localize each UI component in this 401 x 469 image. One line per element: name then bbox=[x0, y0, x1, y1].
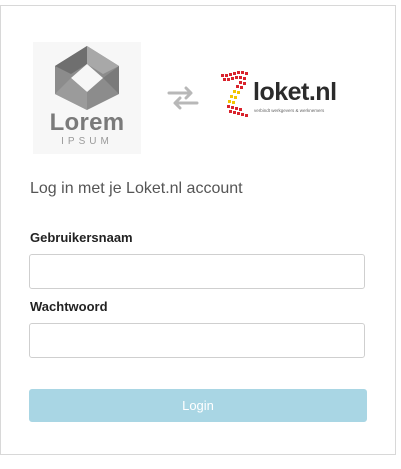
username-label: Gebruikersnaam bbox=[30, 230, 133, 245]
password-label: Wachtwoord bbox=[30, 299, 108, 314]
client-logo-mark-icon bbox=[55, 46, 119, 110]
loket-logo-tagline: verbindt werkgevers & werknemers bbox=[254, 108, 325, 113]
logo-row: Lorem IPSUM loket.nl verbindt werkgevers… bbox=[33, 42, 373, 158]
swap-arrows-icon bbox=[167, 86, 199, 114]
client-logo-subtitle: IPSUM bbox=[61, 136, 113, 147]
login-button[interactable]: Login bbox=[29, 389, 367, 422]
login-card: Lorem IPSUM loket.nl verbindt werkgevers… bbox=[0, 5, 396, 455]
client-logo-name: Lorem bbox=[49, 109, 125, 136]
login-heading: Log in met je Loket.nl account bbox=[30, 180, 243, 197]
loket-logo-name: loket.nl bbox=[253, 78, 337, 106]
loket-logo: loket.nl verbindt werkgevers & werknemer… bbox=[219, 68, 345, 122]
password-input[interactable] bbox=[29, 323, 365, 358]
username-input[interactable] bbox=[29, 254, 365, 289]
client-logo: Lorem IPSUM bbox=[33, 42, 141, 154]
